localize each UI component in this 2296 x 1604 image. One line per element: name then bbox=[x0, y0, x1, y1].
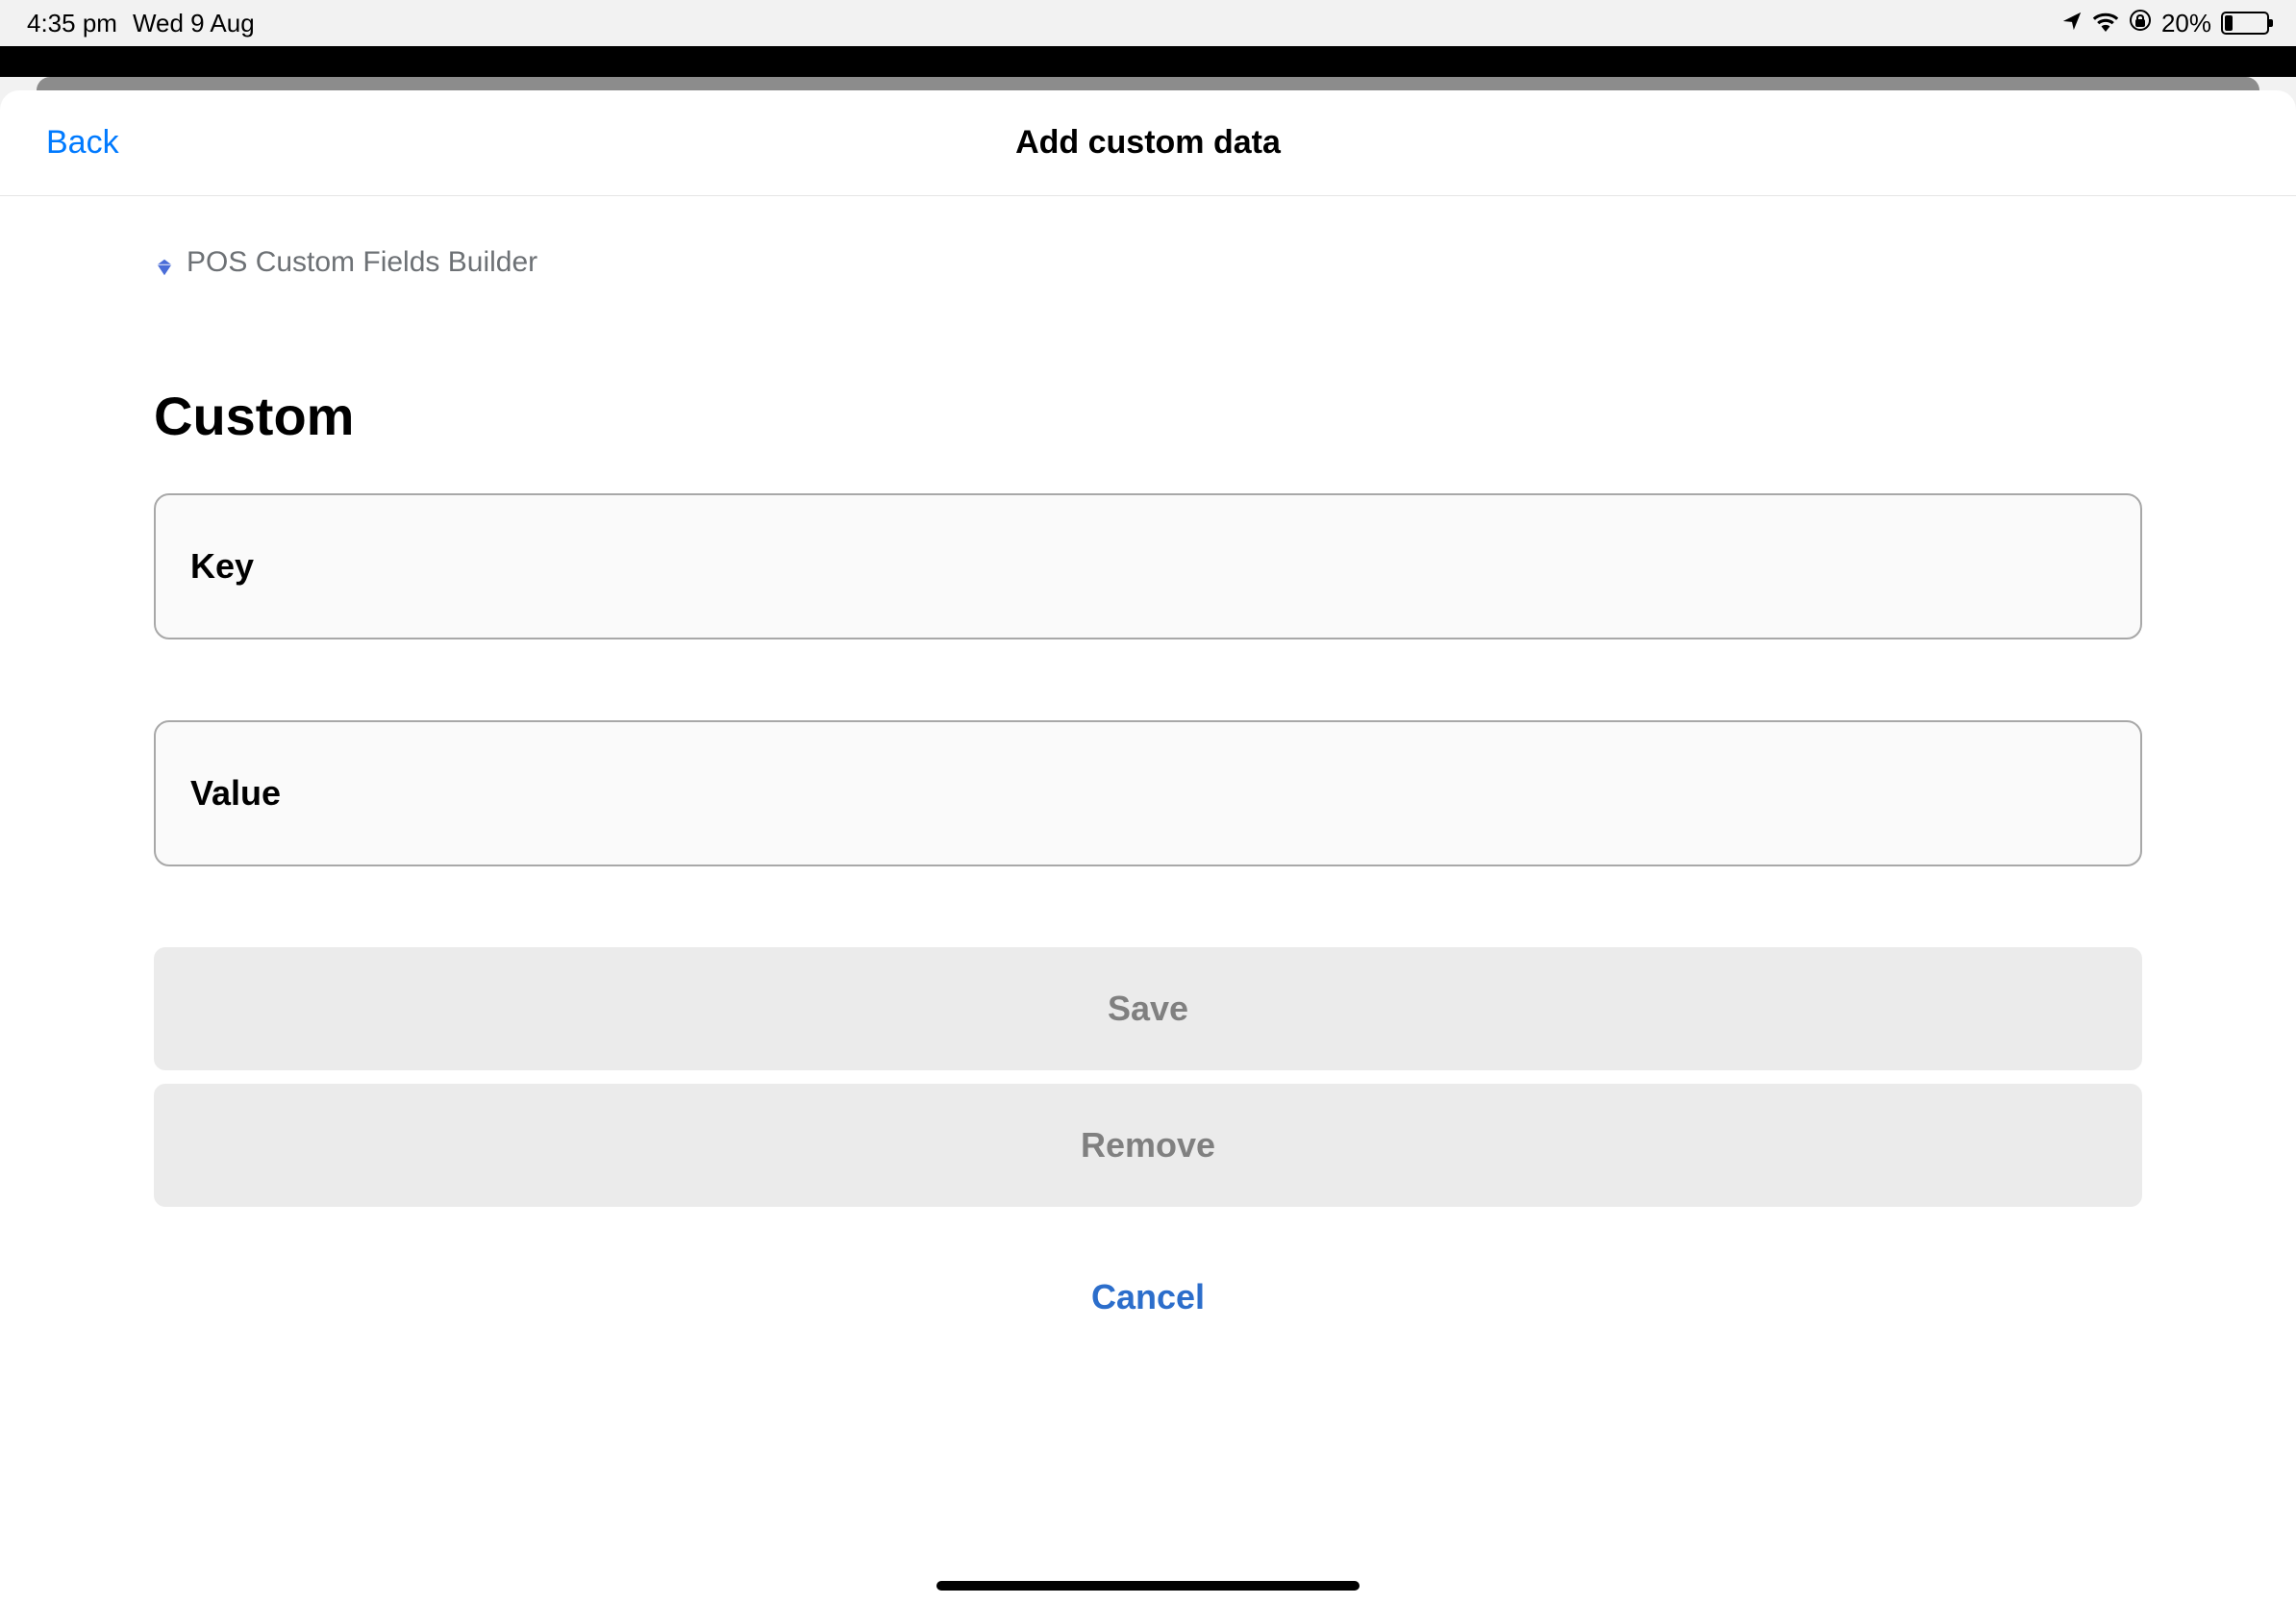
status-left: 4:35 pm Wed 9 Aug bbox=[27, 9, 255, 38]
key-input[interactable] bbox=[154, 493, 2142, 639]
status-time: 4:35 pm bbox=[27, 9, 117, 38]
app-label-row: POS Custom Fields Builder bbox=[154, 246, 2142, 279]
value-input[interactable] bbox=[154, 720, 2142, 866]
app-label-text: POS Custom Fields Builder bbox=[187, 246, 537, 279]
wifi-icon bbox=[2092, 9, 2119, 38]
orientation-lock-icon bbox=[2129, 9, 2152, 38]
back-button[interactable]: Back bbox=[46, 124, 119, 162]
app-background-bar bbox=[0, 46, 2296, 77]
cancel-button[interactable]: Cancel bbox=[154, 1249, 2142, 1345]
app-icon bbox=[154, 253, 173, 272]
background-sheet-edge bbox=[37, 77, 2259, 90]
status-right: 20% bbox=[2061, 9, 2269, 38]
modal-sheet: Back Add custom data POS Custom Fields B… bbox=[0, 90, 2296, 1604]
modal-header: Back Add custom data bbox=[0, 90, 2296, 196]
home-indicator[interactable] bbox=[936, 1581, 1360, 1591]
status-bar: 4:35 pm Wed 9 Aug 20% bbox=[0, 0, 2296, 46]
battery-icon bbox=[2221, 12, 2269, 35]
status-date: Wed 9 Aug bbox=[133, 9, 255, 38]
modal-title: Add custom data bbox=[1015, 124, 1281, 162]
battery-percent: 20% bbox=[2161, 9, 2211, 38]
remove-button[interactable]: Remove bbox=[154, 1084, 2142, 1207]
modal-content: POS Custom Fields Builder Custom Save Re… bbox=[0, 246, 2296, 1345]
location-icon bbox=[2061, 9, 2083, 38]
save-button[interactable]: Save bbox=[154, 947, 2142, 1070]
section-title: Custom bbox=[154, 385, 2142, 447]
